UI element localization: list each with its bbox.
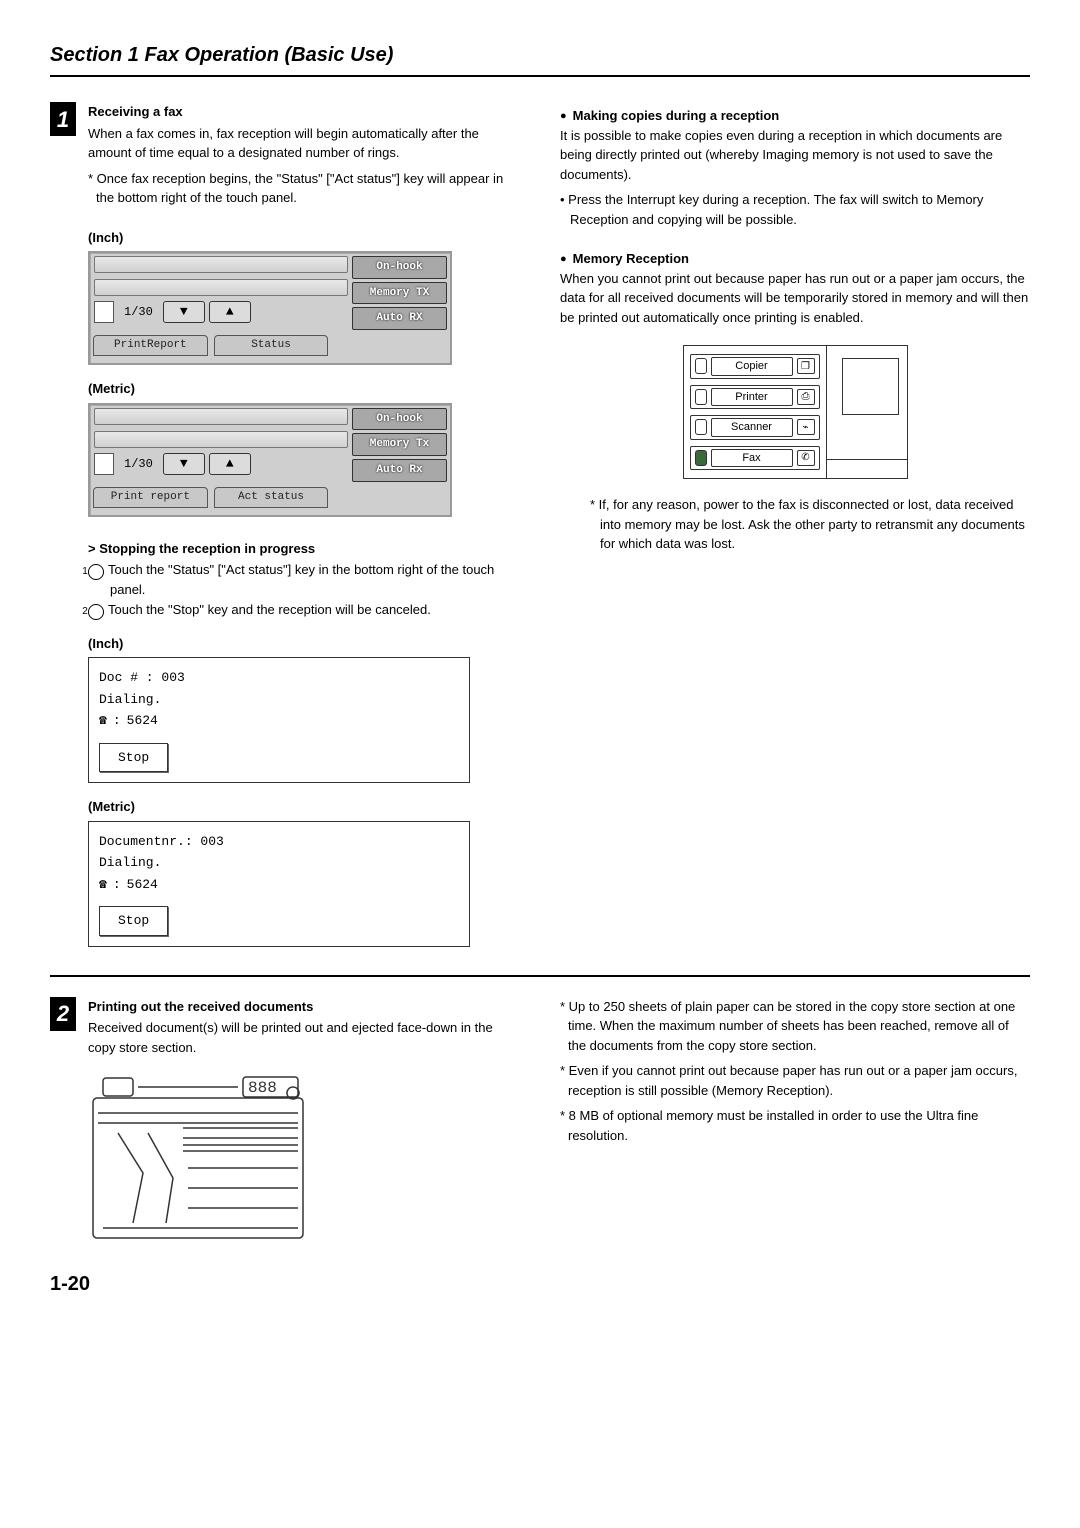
making-copies-text: It is possible to make copies even durin… <box>560 126 1030 185</box>
printer-icon: ⎙ <box>797 389 815 405</box>
sheet-capacity-note: * Up to 250 sheets of plain paper can be… <box>560 997 1030 1056</box>
print-report-tab[interactable]: PrintReport <box>93 335 208 356</box>
up-arrow-button[interactable]: ▲ <box>209 453 251 475</box>
copier-icon: ❐ <box>797 358 815 374</box>
phone-icon <box>99 875 107 895</box>
memory-tx-button[interactable]: Memory TX <box>352 282 447 305</box>
stop-button[interactable]: Stop <box>99 743 168 773</box>
counter-display: 888 <box>248 1079 277 1097</box>
doc-number-line: Doc # : 003 <box>99 668 459 688</box>
led-icon <box>695 358 707 374</box>
document-icon <box>94 453 114 475</box>
act-status-tab[interactable]: Act status <box>214 487 329 508</box>
stop-panel-inch: Doc # : 003 Dialing. : 5624 Stop <box>88 657 470 783</box>
scanner-label: Scanner <box>711 418 793 437</box>
auto-rx-button[interactable]: Auto RX <box>352 307 447 330</box>
print-report-tab[interactable]: Print report <box>93 487 208 508</box>
metric-label-1: (Metric) <box>88 379 520 399</box>
making-copies-heading: Making copies during a reception <box>560 106 1030 126</box>
scanner-icon: ⌁ <box>797 419 815 435</box>
scanner-row[interactable]: Scanner ⌁ <box>690 415 820 440</box>
screen-placeholder <box>842 358 899 415</box>
divider <box>50 975 1030 977</box>
document-icon <box>94 301 114 323</box>
dialing-line: Dialing. <box>99 853 459 873</box>
dialing-line: Dialing. <box>99 690 459 710</box>
led-icon <box>695 450 707 466</box>
inch-label-2: (Inch) <box>88 634 520 654</box>
stop-button[interactable]: Stop <box>99 906 168 936</box>
memory-reception-note: * Even if you cannot print out because p… <box>560 1061 1030 1100</box>
page-number: 1-20 <box>50 1269 1030 1299</box>
down-arrow-button[interactable]: ▼ <box>163 301 205 323</box>
fax-row[interactable]: Fax ✆ <box>690 446 820 471</box>
page-count: 1/30 <box>118 455 159 473</box>
phone-number-line: : 5624 <box>99 711 459 731</box>
section-title: Section 1 Fax Operation (Basic Use) <box>50 40 1030 77</box>
touch-panel-inch: 1/30 ▼ ▲ On-hook Memory TX Auto RX Print… <box>88 251 452 365</box>
step-2: 2Touch the "Stop" key and the reception … <box>88 600 520 620</box>
step-1: 1Touch the "Status" ["Act status"] key i… <box>88 560 520 600</box>
status-key-note: * Once fax reception begins, the "Status… <box>88 169 520 208</box>
printer-illustration: 888 <box>88 1073 308 1249</box>
device-panel: Copier ❐ Printer ⎙ Scanner ⌁ <box>683 345 908 479</box>
ultra-fine-note: * 8 MB of optional memory must be instal… <box>560 1106 1030 1145</box>
power-loss-note: * If, for any reason, power to the fax i… <box>560 495 1030 554</box>
fax-label: Fax <box>711 449 793 468</box>
phone-icon <box>99 711 107 731</box>
led-icon <box>695 389 707 405</box>
memory-reception-heading: Memory Reception <box>560 249 1030 269</box>
on-hook-button[interactable]: On-hook <box>352 256 447 279</box>
auto-rx-button[interactable]: Auto Rx <box>352 459 447 482</box>
down-arrow-button[interactable]: ▼ <box>163 453 205 475</box>
status-tab[interactable]: Status <box>214 335 329 356</box>
metric-label-2: (Metric) <box>88 797 520 817</box>
receiving-fax-heading: Receiving a fax <box>88 102 520 122</box>
led-icon <box>695 419 707 435</box>
fax-icon: ✆ <box>797 450 815 466</box>
step-number-2: 2 <box>50 997 76 1031</box>
up-arrow-button[interactable]: ▲ <box>209 301 251 323</box>
inch-label-1: (Inch) <box>88 228 520 248</box>
stopping-reception-heading: > Stopping the reception in progress <box>88 539 520 559</box>
pointer-line <box>827 459 907 461</box>
interrupt-note: • Press the Interrupt key during a recep… <box>560 190 1030 229</box>
doc-number-line: Documentnr.: 003 <box>99 832 459 852</box>
on-hook-button[interactable]: On-hook <box>352 408 447 431</box>
receiving-fax-text: When a fax comes in, fax reception will … <box>88 124 520 163</box>
memory-tx-button[interactable]: Memory Tx <box>352 433 447 456</box>
printing-heading: Printing out the received documents <box>88 997 520 1017</box>
printer-label: Printer <box>711 388 793 407</box>
printing-text: Received document(s) will be printed out… <box>88 1018 520 1057</box>
copier-row[interactable]: Copier ❐ <box>690 354 820 379</box>
stop-panel-metric: Documentnr.: 003 Dialing. : 5624 Stop <box>88 821 470 947</box>
touch-panel-metric: 1/30 ▼ ▲ On-hook Memory Tx Auto Rx Print… <box>88 403 452 517</box>
memory-reception-text: When you cannot print out because paper … <box>560 269 1030 328</box>
printer-row[interactable]: Printer ⎙ <box>690 385 820 410</box>
step-number-1: 1 <box>50 102 76 136</box>
page-count: 1/30 <box>118 303 159 321</box>
phone-number-line: : 5624 <box>99 875 459 895</box>
copier-label: Copier <box>711 357 793 376</box>
